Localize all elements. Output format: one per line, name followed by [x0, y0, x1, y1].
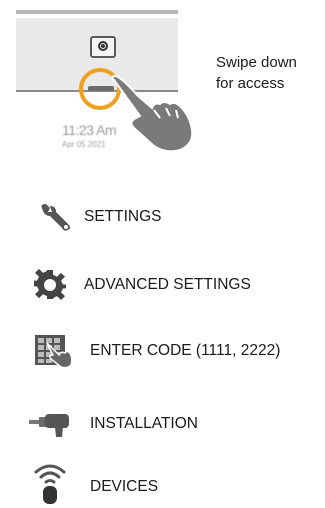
menu-item-label: ENTER CODE (1111, 2222) [90, 342, 281, 359]
gear-icon [30, 268, 70, 302]
wireless-sensor-icon [26, 462, 74, 504]
wrench-icon [36, 200, 76, 234]
panel-top-bar [16, 10, 178, 14]
swipe-instruction-line2: for access [216, 75, 285, 92]
menu-item-label: SETTINGS [84, 208, 162, 225]
menu-item-installation[interactable]: INSTALLATION [0, 407, 325, 441]
swipe-illustration: 11:23 Am Apr 05 2021 [16, 0, 194, 160]
keypad-hand-icon [32, 334, 74, 369]
swipe-instruction-line1: Swipe down [216, 54, 297, 71]
panel-camera-icon [90, 36, 116, 58]
menu-item-advanced-settings[interactable]: ADVANCED SETTINGS [0, 268, 325, 302]
pointing-hand-icon [111, 74, 194, 153]
menu-item-settings[interactable]: SETTINGS [0, 200, 325, 234]
panel-date: Apr 05 2021 [62, 140, 106, 149]
menu-item-enter-code[interactable]: ENTER CODE (1111, 2222) [0, 334, 325, 369]
menu-item-label: INSTALLATION [90, 415, 198, 432]
drill-icon [28, 407, 74, 441]
menu-item-label: DEVICES [90, 478, 159, 495]
swipe-instruction: Swipe down for access [216, 52, 325, 94]
menu-item-devices[interactable]: DEVICES [0, 464, 325, 504]
menu-item-label: ADVANCED SETTINGS [84, 276, 251, 293]
